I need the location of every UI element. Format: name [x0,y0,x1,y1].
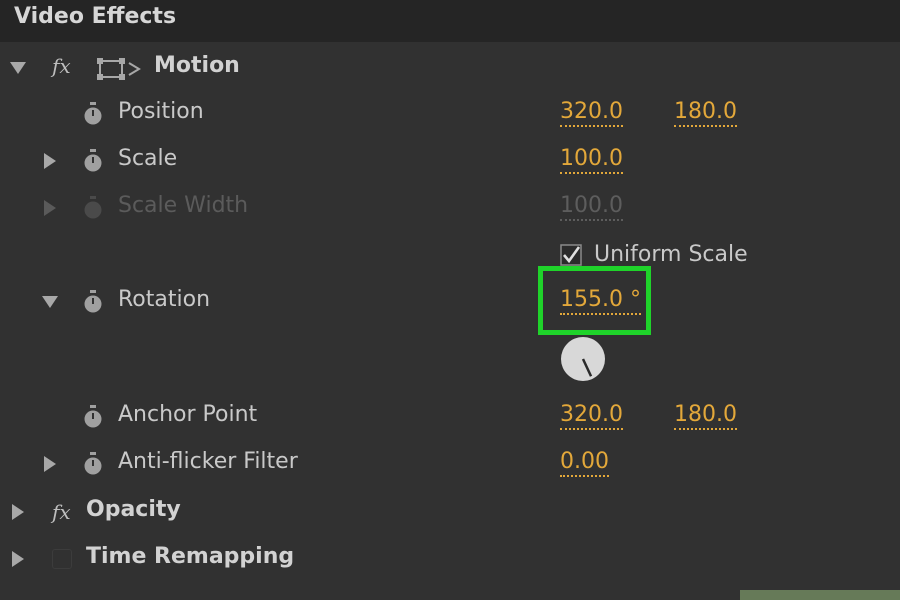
stopwatch-icon[interactable] [82,405,104,429]
uniform-scale-checkbox[interactable] [560,244,582,266]
expand-right-icon[interactable] [44,153,56,169]
expand-right-icon[interactable] [44,456,56,472]
position-row: Position 320.0 180.0 [0,92,900,136]
time-remapping-label: Time Remapping [86,544,295,569]
stopwatch-icon[interactable] [82,102,104,126]
motion-label: Motion [154,53,240,78]
opacity-effect-row[interactable]: fx Opacity [0,490,900,534]
panel-header: Video Effects [0,0,900,42]
scale-width-value: 100.0 [560,193,623,221]
uniform-scale-label: Uniform Scale [594,242,748,267]
position-x-value[interactable]: 320.0 [560,99,623,127]
fx-toggle-icon[interactable]: fx [52,54,71,78]
expand-right-icon [44,200,56,216]
rotation-row: Rotation 155.0 ° [0,280,900,324]
position-y-value[interactable]: 180.0 [674,99,737,127]
anchor-point-x-value[interactable]: 320.0 [560,402,623,430]
fx-toggle-icon[interactable]: fx [52,500,71,524]
rotation-label: Rotation [118,287,211,312]
anti-flicker-row: Anti-flicker Filter 0.00 [0,442,900,486]
time-remapping-row[interactable]: Time Remapping [0,537,900,581]
anchor-point-label: Anchor Point [118,402,258,427]
stopwatch-icon[interactable] [82,290,104,314]
stopwatch-icon [84,196,102,219]
position-label: Position [118,99,204,124]
scale-label: Scale [118,146,178,171]
anchor-point-y-value[interactable]: 180.0 [674,402,737,430]
timeline-strip [740,590,900,600]
expand-right-icon[interactable] [12,551,24,567]
motion-effect-row[interactable]: fx Motion [0,44,900,88]
stopwatch-icon[interactable] [82,149,104,173]
dial-needle-icon [581,358,593,377]
stopwatch-icon[interactable] [82,452,104,476]
expand-down-icon[interactable] [42,296,58,308]
anchor-point-row: Anchor Point 320.0 180.0 [0,395,900,439]
opacity-label: Opacity [86,497,181,522]
rotation-highlight-box [538,266,651,335]
fx-disabled-icon [52,549,72,569]
transform-box-icon[interactable] [96,56,142,82]
anti-flicker-label: Anti-flicker Filter [118,449,298,474]
scale-width-row: Scale Width 100.0 [0,186,900,230]
expand-down-icon[interactable] [10,62,26,74]
expand-right-icon[interactable] [12,504,24,520]
anti-flicker-value[interactable]: 0.00 [560,449,609,477]
scale-width-label: Scale Width [118,193,249,218]
scale-row: Scale 100.0 [0,139,900,183]
scale-value[interactable]: 100.0 [560,146,623,174]
panel-title: Video Effects [14,4,177,29]
rotation-dial[interactable] [561,337,605,381]
